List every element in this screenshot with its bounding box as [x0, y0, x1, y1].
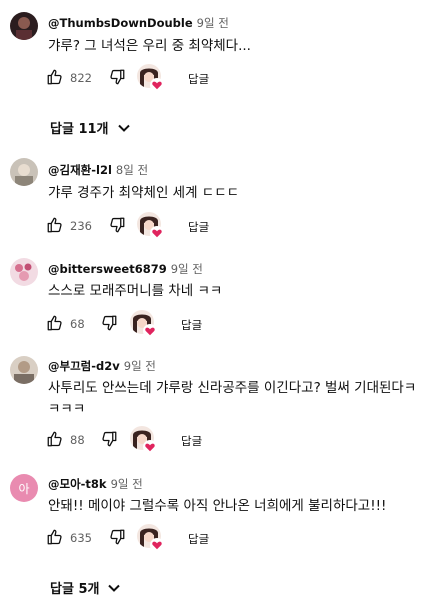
comment-time[interactable]: 9일 전: [197, 16, 229, 30]
replies-count: 답글 5개: [50, 582, 100, 597]
avatar[interactable]: [10, 158, 38, 186]
avatar-letter: 아: [18, 481, 30, 496]
avatar[interactable]: [10, 356, 38, 384]
comment-header: @ThumbsDownDouble 9일 전: [48, 16, 229, 30]
reply-button[interactable]: 답글: [188, 219, 209, 235]
heart-icon: [150, 225, 164, 240]
thumb-up-icon: [47, 69, 62, 85]
chevron-down-icon: [117, 124, 130, 132]
comment-time[interactable]: 9일 전: [124, 359, 156, 373]
thumb-down-icon: [110, 529, 125, 545]
comment-time[interactable]: 8일 전: [116, 163, 148, 177]
thumb-down-icon: [110, 69, 125, 85]
creator-heart: [137, 524, 165, 552]
like-button[interactable]: [46, 216, 64, 234]
thumb-up-icon: [47, 315, 62, 331]
dislike-button[interactable]: [108, 528, 126, 546]
avatar[interactable]: [10, 258, 38, 286]
avatar[interactable]: [10, 12, 38, 40]
like-button[interactable]: [46, 314, 64, 332]
heart-icon: [150, 537, 164, 552]
thumb-down-icon: [110, 217, 125, 233]
reply-button[interactable]: 답글: [188, 71, 209, 87]
comment-author[interactable]: @ThumbsDownDouble: [48, 16, 193, 30]
comment-header: @bittersweet6879 9일 전: [48, 262, 203, 276]
comment-actions: 635 답글: [40, 522, 290, 554]
like-count: 635: [70, 531, 92, 545]
reply-button[interactable]: 답글: [181, 317, 202, 333]
creator-heart: [130, 310, 158, 338]
comment-author[interactable]: @bittersweet6879: [48, 262, 167, 276]
like-count: 822: [70, 71, 92, 85]
thumb-down-icon: [102, 431, 117, 447]
comment-time[interactable]: 9일 전: [171, 262, 203, 276]
creator-heart: [137, 212, 165, 240]
chevron-down-icon: [108, 584, 121, 592]
thumb-up-icon: [47, 431, 62, 447]
comment-header: @모아-t8k 9일 전: [48, 477, 143, 491]
comment-header: @부끄럼-d2v 9일 전: [48, 359, 156, 373]
view-replies-button[interactable]: 답글 11개: [50, 118, 131, 137]
view-replies-button[interactable]: 답글 5개: [50, 578, 121, 597]
heart-icon: [143, 323, 157, 338]
comment-actions: 88 답글: [40, 424, 290, 456]
like-count: 68: [70, 317, 85, 331]
comment-text: 안돼!! 메이야 그럴수록 아직 안나온 너희에게 불리하다고!!!: [48, 498, 387, 514]
comment-text: 스스로 모래주머니를 차네 ㅋㅋ: [48, 283, 223, 299]
comment-text: 갸루 경주가 최약체인 세계 ㄷㄷㄷ: [48, 185, 240, 201]
thumb-up-icon: [47, 217, 62, 233]
comment-actions: 822 답글: [40, 62, 290, 94]
comment-author[interactable]: @부끄럼-d2v: [48, 359, 120, 373]
comment-time[interactable]: 9일 전: [111, 477, 143, 491]
like-button[interactable]: [46, 430, 64, 448]
like-button[interactable]: [46, 528, 64, 546]
dislike-button[interactable]: [100, 430, 118, 448]
reply-button[interactable]: 답글: [188, 531, 209, 547]
avatar[interactable]: 아: [10, 474, 38, 502]
comment-header: @김재환-l2l 8일 전: [48, 163, 148, 177]
dislike-button[interactable]: [100, 314, 118, 332]
comment-author[interactable]: @김재환-l2l: [48, 163, 112, 177]
creator-heart: [130, 426, 158, 454]
comment-actions: 68 답글: [40, 308, 290, 340]
comment-text: 갸루? 그 녀석은 우리 중 최약체다...: [48, 38, 251, 54]
comment-text: 사투리도 안쓰는데 갸루랑 신라공주를 이긴다고? 벌써 기대된다ㅋㅋㅋㅋ: [48, 380, 417, 417]
like-count: 88: [70, 433, 85, 447]
heart-icon: [150, 77, 164, 92]
comment-actions: 236 답글: [40, 210, 290, 242]
replies-count: 답글 11개: [50, 122, 109, 137]
comment-author[interactable]: @모아-t8k: [48, 477, 107, 491]
like-count: 236: [70, 219, 92, 233]
creator-heart: [137, 64, 165, 92]
like-button[interactable]: [46, 68, 64, 86]
reply-button[interactable]: 답글: [181, 433, 202, 449]
dislike-button[interactable]: [108, 68, 126, 86]
dislike-button[interactable]: [108, 216, 126, 234]
thumb-down-icon: [102, 315, 117, 331]
thumb-up-icon: [47, 529, 62, 545]
heart-icon: [143, 439, 157, 454]
